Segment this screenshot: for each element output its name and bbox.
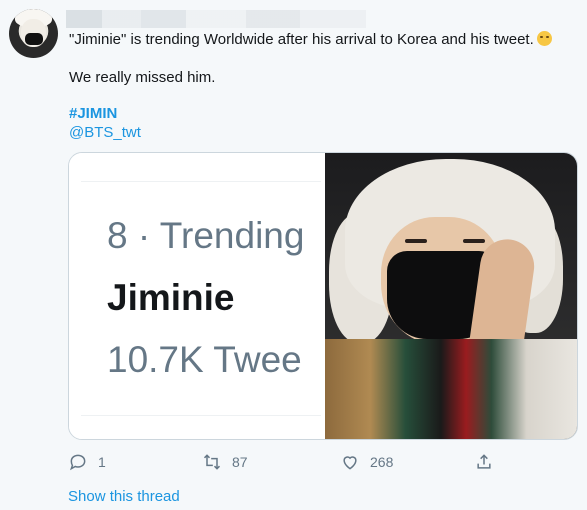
faint-divider [81, 415, 321, 416]
photo-coat [325, 339, 577, 439]
tweet-actions: 1 87 268 [68, 452, 518, 474]
blurred-user-header [66, 10, 366, 28]
tweet-text-line-1: "Jiminie" is trending Worldwide after hi… [69, 30, 552, 49]
reply-button[interactable]: 1 [68, 452, 106, 472]
tweet[interactable]: "Jiminie" is trending Worldwide after hi… [0, 0, 587, 510]
trend-name-text: Jiminie [107, 277, 235, 318]
tweet-text: "Jiminie" is trending Worldwide after hi… [69, 31, 534, 48]
hashtag-link[interactable]: #JIMIN [69, 105, 117, 122]
mention-link[interactable]: @BTS_twt [69, 124, 141, 141]
selfie-photo-image[interactable] [325, 153, 577, 439]
trend-count-text: 10.7K Twee [107, 339, 302, 380]
heart-icon [343, 456, 357, 470]
retweet-button[interactable]: 87 [202, 452, 248, 472]
reply-count: 1 [98, 454, 106, 470]
trend-rank-text: 8 · Trending [107, 215, 305, 256]
sweat-smile-emoji-icon [536, 31, 552, 46]
media-grid[interactable]: 8 · Trending Jiminie 10.7K Twee [68, 152, 578, 440]
faint-divider [81, 163, 321, 182]
photo-eye [463, 239, 485, 243]
like-count: 268 [370, 454, 394, 470]
retweet-count: 87 [232, 454, 248, 470]
retweet-icon [203, 454, 221, 470]
trending-screenshot-image[interactable]: 8 · Trending Jiminie 10.7K Twee [69, 153, 324, 439]
share-button[interactable] [474, 452, 504, 472]
like-button[interactable]: 268 [340, 452, 393, 472]
photo-eye [405, 239, 427, 243]
avatar[interactable] [9, 9, 58, 58]
show-thread-link[interactable]: Show this thread [68, 488, 180, 505]
share-icon [477, 454, 491, 469]
reply-icon [69, 454, 86, 471]
tweet-text-line-2: We really missed him. [69, 69, 216, 86]
avatar-mask [25, 33, 43, 45]
